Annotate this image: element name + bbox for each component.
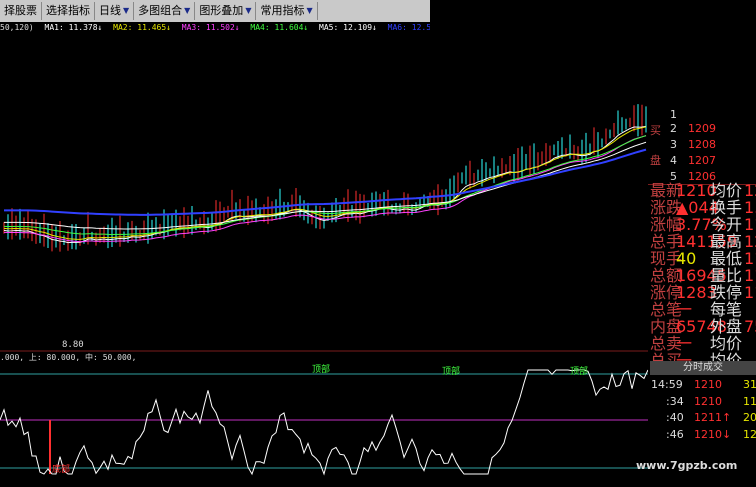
top-label-3: 顶部: [570, 365, 588, 377]
quote-stat-row: 涨停1283跌停11: [650, 283, 756, 302]
quote-stat-row: 内盘65748外盘754: [650, 317, 756, 336]
bid-level-3: 3 1208: [670, 138, 716, 151]
quote-stat-row: 涨跌▲044换手1.3: [650, 198, 756, 217]
ma2-value: MA2: 11.465↓: [113, 23, 171, 32]
common-indicator-label: 常用指标: [260, 4, 305, 17]
quote-stat-row: 总手141159最高12: [650, 232, 756, 251]
site-watermark: www.7gpzb.com: [636, 459, 738, 472]
overlay-dropdown[interactable]: 图形叠加 ▼: [195, 2, 257, 20]
ma6-value: MA6: 12.535↓: [387, 23, 430, 32]
select-stock-button[interactable]: 择股票: [0, 2, 42, 20]
ma-params: 50,120): [0, 23, 34, 32]
overlay-label: 图形叠加: [199, 4, 244, 17]
ma-values-header: 50,120) MA1: 11.378↓ MA2: 11.465↓ MA3: 1…: [0, 22, 430, 34]
tab-time-and-sales[interactable]: 分时成交: [650, 361, 756, 375]
ma5-value: MA5: 12.109↓: [319, 23, 377, 32]
low-price-label: 8.80: [62, 340, 84, 350]
top-label-1: 顶部: [312, 363, 330, 375]
trade-row: :40 1211↑ 20: [666, 411, 756, 424]
ma-line: [3, 125, 647, 244]
quote-stat-row: 涨幅3.77%今开11: [650, 215, 756, 234]
quote-stat-row: 最新1210均价12: [650, 181, 756, 200]
period-label: 日线: [99, 4, 121, 17]
bid-level-2: 2 1209: [670, 122, 716, 135]
ma4-value: MA4: 11.604↓: [250, 23, 309, 32]
quote-stat-row: 总笔一每笔: [650, 300, 743, 319]
top-label-2: 顶部: [442, 365, 460, 377]
ma1-value: MA1: 11.378↓: [44, 23, 103, 32]
quote-stat-row: 总卖一均价: [650, 334, 743, 353]
oscillator-line: [0, 369, 648, 476]
select-stock-label: 择股票: [4, 4, 37, 17]
candlestick-chart[interactable]: 8.80: [0, 34, 648, 352]
chevron-down-icon: ▼: [245, 6, 252, 15]
bid-level-4: 4 1207: [670, 154, 716, 167]
ma-lines-group: [3, 125, 647, 244]
select-indicator-button[interactable]: 选择指标: [42, 2, 95, 20]
period-daily-dropdown[interactable]: 日线 ▼: [95, 2, 135, 20]
ma3-value: MA3: 11.502↓: [181, 23, 240, 32]
quote-stat-row: 总额16945量比11: [650, 266, 756, 285]
chevron-down-icon: ▼: [123, 6, 130, 15]
bottom-label: 底部: [52, 463, 70, 475]
ma-line: [3, 126, 647, 240]
quote-stat-row: 现手40最低11: [650, 249, 756, 268]
chart-toolbar: 择股票 选择指标 日线 ▼ 多图组合 ▼ 图形叠加 ▼ 常用指标 ▼: [0, 0, 430, 22]
multi-chart-label: 多图组合: [138, 4, 183, 17]
chevron-down-icon: ▼: [306, 6, 313, 15]
trade-row: :461210↓129: [666, 428, 756, 441]
trade-row: 14:59 1210 31: [651, 378, 756, 391]
multi-chart-dropdown[interactable]: 多图组合 ▼: [134, 2, 196, 20]
trade-row: :34 1210 11: [666, 395, 756, 408]
select-indicator-label: 选择指标: [46, 4, 90, 17]
candles-group: [3, 104, 647, 252]
chevron-down-icon: ▼: [184, 6, 191, 15]
common-indicator-dropdown[interactable]: 常用指标 ▼: [256, 2, 318, 20]
oscillator-chart[interactable]: 顶部 顶部 顶部 底部: [0, 356, 648, 487]
